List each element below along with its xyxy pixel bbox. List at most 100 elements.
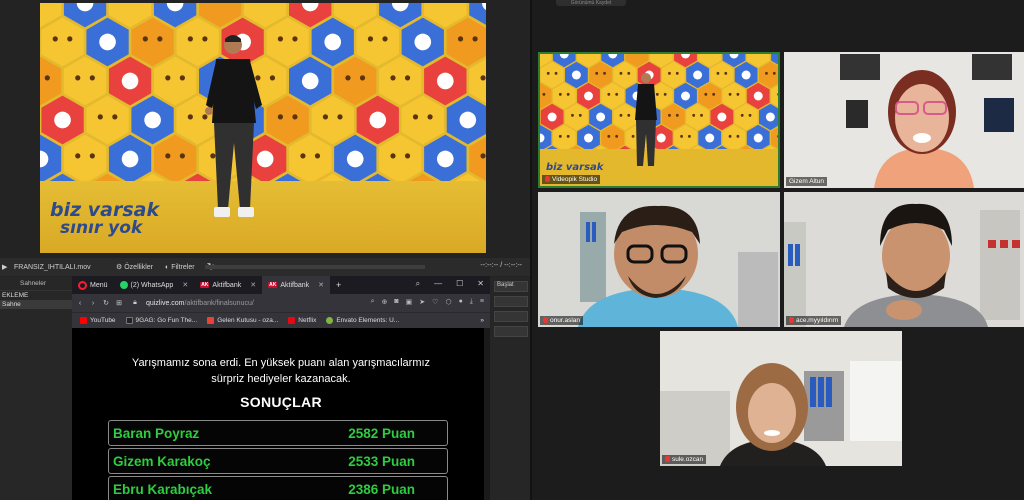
search-icon[interactable]: ⌕ (371, 298, 375, 306)
bookmark-9gag[interactable]: 9GAG: Go Fun The... (125, 317, 197, 324)
thumbs-up-icon (571, 70, 581, 80)
thumbs-up-icon (693, 70, 703, 80)
result-name: Ebru Karabıçak (113, 481, 213, 497)
heart-icon (436, 72, 454, 90)
zoom-icon[interactable]: ⊕ (382, 298, 388, 306)
9gag-icon (125, 317, 133, 324)
reload-icon[interactable]: ↻ (101, 299, 111, 307)
more-bookmarks-icon[interactable]: » (480, 317, 484, 324)
participant-tile[interactable]: onur.aslan (538, 192, 780, 327)
scenes-header: Sahneler (0, 277, 72, 291)
close-icon[interactable]: ✕ (318, 281, 324, 289)
emoji-hexagon (589, 61, 612, 89)
emoji-eye (337, 114, 343, 120)
heart-icon[interactable]: ♡ (432, 298, 438, 306)
participant-video (784, 52, 1024, 188)
filters-button[interactable]: ◐ Filtreler (165, 264, 195, 271)
presenter-figure (205, 35, 262, 217)
bookmark-gmail[interactable]: Gelen Kutusu - ozа... (207, 317, 278, 324)
media-timeline[interactable] (205, 265, 425, 269)
control-button[interactable] (494, 311, 528, 322)
view-toggle-button[interactable]: Görünümü Kaydet (556, 0, 626, 6)
studio-app: biz varsak sınır yok ▶ FRANSIZ_IHTILALI.… (0, 0, 530, 500)
emoji-eye (740, 113, 744, 117)
end-message-line-1: Yarışmamız sona erdi. En yüksek puanı al… (131, 357, 431, 369)
url-host: quizlive.com (146, 299, 185, 307)
participant-name-text: sule.ozcan (672, 456, 704, 463)
emoji-eye (412, 114, 419, 120)
participant-video (538, 192, 780, 327)
back-icon[interactable]: ‹ (75, 300, 85, 307)
emoji-eye (404, 75, 411, 81)
result-score: 2582 Puan (348, 425, 415, 441)
emoji-hexagon (552, 124, 576, 152)
minimize-icon[interactable]: — (434, 279, 442, 289)
emoji-eye (89, 153, 95, 159)
emoji-eye (187, 114, 193, 120)
close-icon[interactable]: ✕ (182, 281, 188, 289)
bookmark-label: YouTube (90, 317, 116, 324)
maximize-icon[interactable]: ☐ (456, 279, 463, 289)
url-field[interactable]: quizlive.com/aktifbank/finalsunucu/ (146, 300, 254, 307)
thumbs-up-icon (765, 112, 775, 122)
profile-icon[interactable]: ● (459, 298, 463, 306)
emoji-hexagon (613, 103, 637, 131)
menu-icon[interactable]: ≡ (480, 298, 484, 306)
bookmark-netflix[interactable]: Netflix (288, 317, 316, 324)
emoji-eye (322, 114, 329, 120)
send-icon[interactable]: ➤ (419, 298, 425, 306)
opera-logo-icon (78, 280, 87, 290)
participant-tile[interactable]: sule.ozcan (660, 331, 902, 466)
scene-item[interactable]: Sahne (0, 300, 72, 309)
control-button[interactable] (494, 296, 528, 307)
participant-name: Gizem Altun (786, 177, 828, 186)
wallet-icon[interactable]: ▣ (406, 298, 413, 306)
youtube-icon (80, 317, 87, 324)
cube-icon[interactable]: ⬡ (445, 298, 451, 306)
close-icon[interactable]: ✕ (250, 281, 256, 289)
new-tab-icon[interactable]: + (336, 280, 341, 290)
opera-menu-button[interactable]: Menü (72, 276, 114, 294)
bookmarks-bar: YouTube 9GAG: Go Fun The... Gelen Kutusu… (72, 312, 490, 328)
emoji-hexagon (759, 61, 778, 89)
netflix-icon (288, 317, 296, 324)
mic-muted-icon (545, 176, 550, 183)
play-icon[interactable]: ▶ (2, 263, 12, 271)
emoji-eye (187, 36, 193, 42)
control-button[interactable] (494, 326, 528, 337)
close-window-icon[interactable]: ✕ (477, 279, 484, 289)
start-button[interactable]: Başlat (494, 281, 528, 292)
emoji-hexagon (334, 56, 377, 106)
emoji-eye (89, 75, 95, 81)
participant-tile[interactable]: ace.myyıldırım (784, 192, 1024, 327)
properties-button[interactable]: ⚙ Özellikler (116, 263, 153, 271)
result-score: 2386 Puan (348, 481, 415, 497)
camera-icon[interactable]: ◙ (394, 298, 398, 306)
tab-whatsapp[interactable]: (2) WhatsApp ✕ (114, 276, 195, 294)
participant-tile[interactable]: Gizem Altun (784, 52, 1024, 188)
search-tabs-icon[interactable]: ⌕ (416, 279, 420, 289)
participant-video (660, 331, 902, 466)
tab-aktifbank-active[interactable]: AK Aktifbank ✕ (262, 276, 330, 294)
emoji-eye (595, 71, 599, 75)
controls-panel: Başlat (490, 277, 530, 500)
emoji-eye (390, 75, 396, 81)
emoji-eye (627, 71, 631, 75)
speed-dial-icon[interactable]: ⊞ (114, 299, 124, 307)
scenes-panel: Sahneler EKLEME Sahne (0, 277, 72, 500)
scene-item[interactable]: EKLEME (0, 291, 72, 300)
heart-icon (547, 112, 557, 122)
thumbs-up-icon (753, 133, 763, 143)
emoji-eye (546, 71, 550, 75)
bookmark-youtube[interactable]: YouTube (80, 317, 116, 324)
tab-aktifbank[interactable]: AK Aktifbank ✕ (194, 276, 262, 294)
participant-name-text: ace.myyıldırım (796, 317, 839, 324)
emoji-eye (631, 134, 635, 138)
emoji-eye (724, 71, 728, 75)
forward-icon[interactable]: › (88, 300, 98, 307)
download-icon[interactable]: ⤓ (470, 298, 473, 306)
page-scrollbar[interactable] (484, 328, 490, 500)
bookmark-envato[interactable]: Envato Elements: U... (326, 317, 399, 324)
emoji-eye (607, 134, 611, 138)
participant-tile-active[interactable]: biz varsak Videopik Studio (538, 52, 780, 188)
